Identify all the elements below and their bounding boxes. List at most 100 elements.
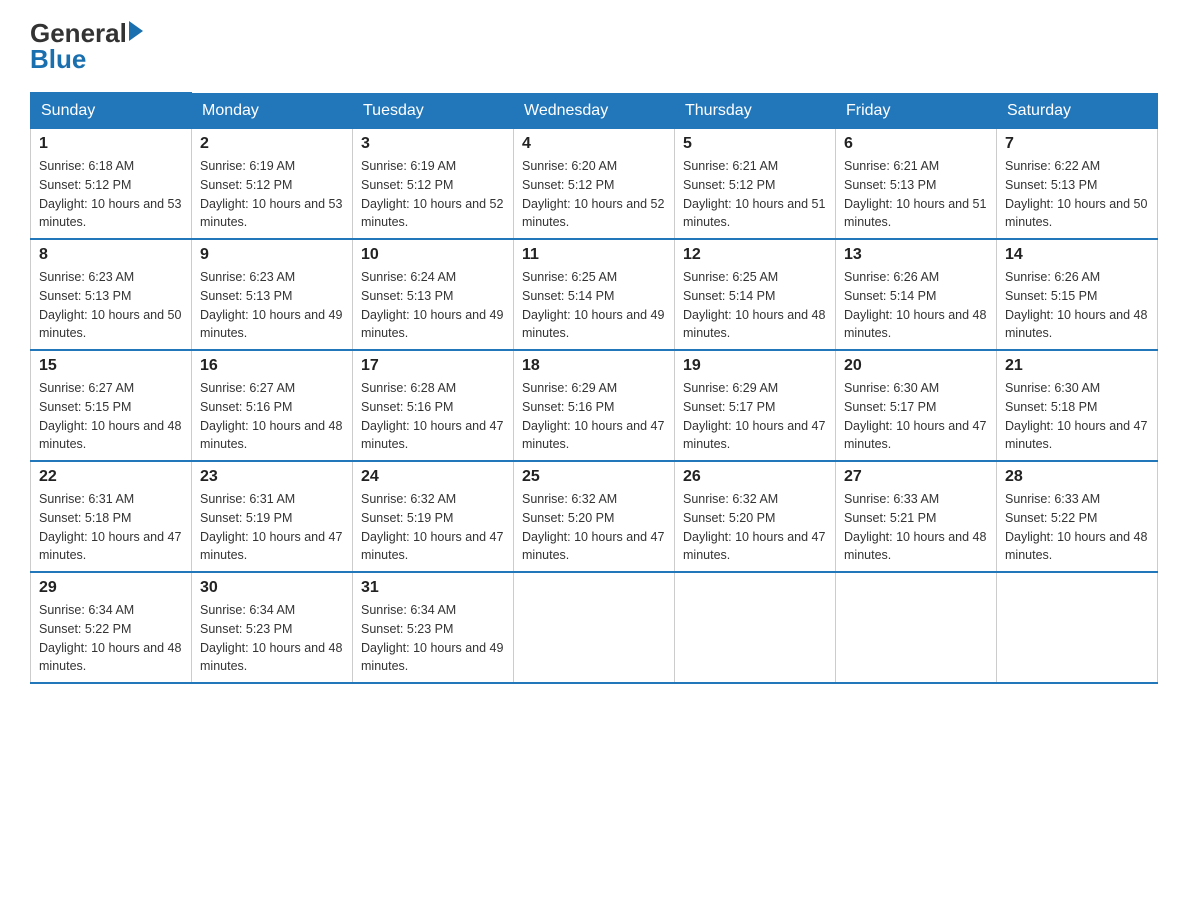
calendar-day-cell: 11 Sunrise: 6:25 AMSunset: 5:14 PMDayligh…: [514, 239, 675, 350]
col-saturday: Saturday: [997, 93, 1158, 129]
calendar-week-row: 1 Sunrise: 6:18 AMSunset: 5:12 PMDaylight…: [31, 129, 1158, 240]
day-info: Sunrise: 6:29 AMSunset: 5:16 PMDaylight:…: [522, 379, 666, 454]
day-number: 13: [844, 246, 988, 264]
logo-arrow-icon: [129, 21, 143, 41]
col-tuesday: Tuesday: [353, 93, 514, 129]
calendar-day-cell: 17 Sunrise: 6:28 AMSunset: 5:16 PMDayligh…: [353, 350, 514, 461]
logo: General Blue: [30, 20, 143, 72]
day-number: 5: [683, 135, 827, 153]
calendar-table: Sunday Monday Tuesday Wednesday Thursday…: [30, 92, 1158, 684]
calendar-day-cell: 28 Sunrise: 6:33 AMSunset: 5:22 PMDayligh…: [997, 461, 1158, 572]
day-info: Sunrise: 6:27 AMSunset: 5:16 PMDaylight:…: [200, 379, 344, 454]
calendar-day-cell: 2Sunrise: 6:19 AMSunset: 5:12 PMDaylight…: [192, 129, 353, 240]
calendar-day-cell: 14 Sunrise: 6:26 AMSunset: 5:15 PMDayligh…: [997, 239, 1158, 350]
calendar-day-cell: 31 Sunrise: 6:34 AMSunset: 5:23 PMDayligh…: [353, 572, 514, 683]
calendar-day-cell: [675, 572, 836, 683]
day-info: Sunrise: 6:31 AMSunset: 5:19 PMDaylight:…: [200, 490, 344, 565]
day-info: Sunrise: 6:27 AMSunset: 5:15 PMDaylight:…: [39, 379, 183, 454]
day-info: Sunrise: 6:20 AMSunset: 5:12 PMDaylight:…: [522, 157, 666, 232]
page-header: General Blue: [30, 20, 1158, 72]
day-number: 21: [1005, 357, 1149, 375]
day-info: Sunrise: 6:34 AMSunset: 5:22 PMDaylight:…: [39, 601, 183, 676]
calendar-day-cell: 26 Sunrise: 6:32 AMSunset: 5:20 PMDayligh…: [675, 461, 836, 572]
day-info: Sunrise: 6:26 AMSunset: 5:15 PMDaylight:…: [1005, 268, 1149, 343]
day-number: 14: [1005, 246, 1149, 264]
calendar-day-cell: 19 Sunrise: 6:29 AMSunset: 5:17 PMDayligh…: [675, 350, 836, 461]
calendar-week-row: 29 Sunrise: 6:34 AMSunset: 5:22 PMDayligh…: [31, 572, 1158, 683]
day-info: Sunrise: 6:26 AMSunset: 5:14 PMDaylight:…: [844, 268, 988, 343]
calendar-day-cell: 13 Sunrise: 6:26 AMSunset: 5:14 PMDayligh…: [836, 239, 997, 350]
day-info: Sunrise: 6:32 AMSunset: 5:20 PMDaylight:…: [683, 490, 827, 565]
day-info: Sunrise: 6:19 AMSunset: 5:12 PMDaylight:…: [200, 157, 344, 232]
day-info: Sunrise: 6:24 AMSunset: 5:13 PMDaylight:…: [361, 268, 505, 343]
day-number: 23: [200, 468, 344, 486]
calendar-day-cell: 24 Sunrise: 6:32 AMSunset: 5:19 PMDayligh…: [353, 461, 514, 572]
day-info: Sunrise: 6:30 AMSunset: 5:17 PMDaylight:…: [844, 379, 988, 454]
calendar-day-cell: 30Sunrise: 6:34 AMSunset: 5:23 PMDayligh…: [192, 572, 353, 683]
day-number: 15: [39, 357, 183, 375]
calendar-day-cell: 27 Sunrise: 6:33 AMSunset: 5:21 PMDayligh…: [836, 461, 997, 572]
day-number: 22: [39, 468, 183, 486]
calendar-day-cell: [836, 572, 997, 683]
day-number: 25: [522, 468, 666, 486]
calendar-week-row: 15 Sunrise: 6:27 AMSunset: 5:15 PMDayligh…: [31, 350, 1158, 461]
calendar-day-cell: 1 Sunrise: 6:18 AMSunset: 5:12 PMDaylight…: [31, 129, 192, 240]
day-info: Sunrise: 6:25 AMSunset: 5:14 PMDaylight:…: [683, 268, 827, 343]
calendar-week-row: 22 Sunrise: 6:31 AMSunset: 5:18 PMDayligh…: [31, 461, 1158, 572]
day-info: Sunrise: 6:31 AMSunset: 5:18 PMDaylight:…: [39, 490, 183, 565]
day-info: Sunrise: 6:23 AMSunset: 5:13 PMDaylight:…: [200, 268, 344, 343]
day-info: Sunrise: 6:22 AMSunset: 5:13 PMDaylight:…: [1005, 157, 1149, 232]
day-number: 19: [683, 357, 827, 375]
day-info: Sunrise: 6:19 AMSunset: 5:12 PMDaylight:…: [361, 157, 505, 232]
calendar-day-cell: 10 Sunrise: 6:24 AMSunset: 5:13 PMDayligh…: [353, 239, 514, 350]
calendar-day-cell: 12 Sunrise: 6:25 AMSunset: 5:14 PMDayligh…: [675, 239, 836, 350]
col-thursday: Thursday: [675, 93, 836, 129]
day-number: 28: [1005, 468, 1149, 486]
calendar-day-cell: 23 Sunrise: 6:31 AMSunset: 5:19 PMDayligh…: [192, 461, 353, 572]
day-info: Sunrise: 6:28 AMSunset: 5:16 PMDaylight:…: [361, 379, 505, 454]
calendar-day-cell: 29 Sunrise: 6:34 AMSunset: 5:22 PMDayligh…: [31, 572, 192, 683]
day-number: 30: [200, 579, 344, 597]
day-number: 27: [844, 468, 988, 486]
header-row: Sunday Monday Tuesday Wednesday Thursday…: [31, 93, 1158, 129]
day-info: Sunrise: 6:29 AMSunset: 5:17 PMDaylight:…: [683, 379, 827, 454]
day-info: Sunrise: 6:33 AMSunset: 5:21 PMDaylight:…: [844, 490, 988, 565]
calendar-day-cell: 21 Sunrise: 6:30 AMSunset: 5:18 PMDayligh…: [997, 350, 1158, 461]
day-number: 8: [39, 246, 183, 264]
col-friday: Friday: [836, 93, 997, 129]
day-number: 4: [522, 135, 666, 153]
col-wednesday: Wednesday: [514, 93, 675, 129]
day-number: 31: [361, 579, 505, 597]
day-info: Sunrise: 6:32 AMSunset: 5:19 PMDaylight:…: [361, 490, 505, 565]
day-number: 1: [39, 135, 183, 153]
day-number: 24: [361, 468, 505, 486]
day-number: 10: [361, 246, 505, 264]
day-number: 17: [361, 357, 505, 375]
calendar-day-cell: 6Sunrise: 6:21 AMSunset: 5:13 PMDaylight…: [836, 129, 997, 240]
day-info: Sunrise: 6:33 AMSunset: 5:22 PMDaylight:…: [1005, 490, 1149, 565]
calendar-day-cell: [514, 572, 675, 683]
day-number: 26: [683, 468, 827, 486]
logo-general-text: General: [30, 20, 127, 46]
day-number: 29: [39, 579, 183, 597]
day-number: 18: [522, 357, 666, 375]
day-number: 6: [844, 135, 988, 153]
calendar-day-cell: 18 Sunrise: 6:29 AMSunset: 5:16 PMDayligh…: [514, 350, 675, 461]
day-number: 12: [683, 246, 827, 264]
logo-blue-text: Blue: [30, 46, 86, 72]
day-number: 16: [200, 357, 344, 375]
calendar-day-cell: 8Sunrise: 6:23 AMSunset: 5:13 PMDaylight…: [31, 239, 192, 350]
calendar-day-cell: 16 Sunrise: 6:27 AMSunset: 5:16 PMDayligh…: [192, 350, 353, 461]
calendar-day-cell: 25 Sunrise: 6:32 AMSunset: 5:20 PMDayligh…: [514, 461, 675, 572]
day-info: Sunrise: 6:32 AMSunset: 5:20 PMDaylight:…: [522, 490, 666, 565]
col-monday: Monday: [192, 93, 353, 129]
calendar-day-cell: 22 Sunrise: 6:31 AMSunset: 5:18 PMDayligh…: [31, 461, 192, 572]
calendar-day-cell: 20Sunrise: 6:30 AMSunset: 5:17 PMDayligh…: [836, 350, 997, 461]
day-number: 11: [522, 246, 666, 264]
day-info: Sunrise: 6:25 AMSunset: 5:14 PMDaylight:…: [522, 268, 666, 343]
day-info: Sunrise: 6:30 AMSunset: 5:18 PMDaylight:…: [1005, 379, 1149, 454]
day-info: Sunrise: 6:18 AMSunset: 5:12 PMDaylight:…: [39, 157, 183, 232]
day-info: Sunrise: 6:34 AMSunset: 5:23 PMDaylight:…: [361, 601, 505, 676]
col-sunday: Sunday: [31, 93, 192, 129]
calendar-day-cell: 3Sunrise: 6:19 AMSunset: 5:12 PMDaylight…: [353, 129, 514, 240]
